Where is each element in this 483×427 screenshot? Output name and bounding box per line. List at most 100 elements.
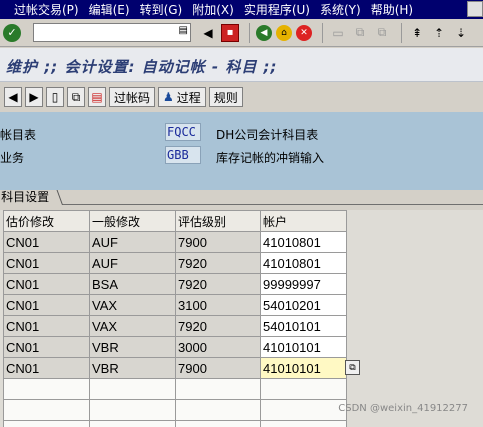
- cell-general-modif: BSA: [89, 273, 176, 295]
- table-row: CN01 VAX 7920 54010101: [3, 315, 347, 337]
- empty-cell[interactable]: [260, 378, 347, 400]
- cell-general-modif: VBR: [89, 357, 176, 379]
- cell-general-modif: VAX: [89, 315, 176, 337]
- print-icon[interactable]: ▭: [329, 24, 347, 42]
- cell-valuation-class: 3100: [175, 294, 261, 316]
- transaction-value: GBB: [165, 146, 201, 164]
- first-page-icon[interactable]: ⇞: [408, 24, 426, 42]
- chart-of-accounts-label: 帐目表: [0, 128, 37, 142]
- menu-edit[interactable]: 编辑(E): [84, 1, 135, 18]
- application-toolbar: ◀ ▶ ▯ ⧉ ▤ 过帐码 ♟ 过程 规则: [0, 83, 483, 111]
- find-next-icon[interactable]: ⧉: [373, 24, 391, 42]
- cancel-icon[interactable]: ✕: [296, 24, 312, 41]
- exit-icon[interactable]: ⌂: [276, 24, 292, 41]
- procedure-label: 过程: [176, 90, 201, 105]
- cell-account-focused[interactable]: 41010101: [260, 357, 347, 379]
- new-entry-icon[interactable]: ▯: [46, 87, 64, 107]
- prev-entry-button[interactable]: ◀: [4, 87, 22, 107]
- table-header-row: 估价修改 一般修改 评估级别 帐户: [3, 210, 347, 232]
- back-icon[interactable]: ◀: [256, 24, 272, 41]
- table-area: 估价修改 一般修改 评估级别 帐户 CN01 AUF 7900 41010801…: [0, 210, 483, 427]
- cell-valuation-modif: CN01: [3, 273, 90, 295]
- cell-valuation-modif: CN01: [3, 231, 90, 253]
- cell-general-modif: AUF: [89, 252, 176, 274]
- cell-general-modif: VAX: [89, 294, 176, 316]
- copy-icon[interactable]: ⧉: [67, 87, 85, 107]
- header-area: 帐目表 FQCC DH公司会计科目表 业务 GBB 库存记帐的冲销输入: [0, 112, 483, 190]
- table-row: CN01 VBR 3000 41010101: [3, 336, 347, 358]
- check-icon[interactable]: ✓: [3, 23, 21, 42]
- watermark: CSDN @weixin_41912277: [338, 403, 468, 414]
- separator: [249, 22, 250, 43]
- prev-page-icon[interactable]: ⇡: [430, 24, 448, 42]
- menu-utilities[interactable]: 实用程序(U): [239, 1, 315, 18]
- cell-account[interactable]: 41010801: [260, 231, 347, 253]
- save-icon[interactable]: ▪: [221, 23, 239, 42]
- cell-valuation-class: 7920: [175, 273, 261, 295]
- cell-account[interactable]: 41010101: [260, 336, 347, 358]
- col-header-general-modif[interactable]: 一般修改: [89, 210, 176, 232]
- separator: [322, 22, 323, 43]
- empty-cell[interactable]: [89, 378, 176, 400]
- cell-valuation-modif: CN01: [3, 315, 90, 337]
- chart-of-accounts-desc: DH公司会计科目表: [216, 128, 319, 142]
- table-row-empty: [3, 399, 347, 421]
- table-row: CN01 VBR 7900 41010101: [3, 357, 347, 379]
- table-row-empty: [3, 378, 347, 400]
- list-icon[interactable]: ▤: [179, 25, 188, 36]
- table-row: CN01 AUF 7900 41010801: [3, 231, 347, 253]
- table-row: CN01 VAX 3100 54010201: [3, 294, 347, 316]
- cell-valuation-modif: CN01: [3, 336, 90, 358]
- cell-valuation-class: 3000: [175, 336, 261, 358]
- menu-help[interactable]: 帮助(H): [366, 1, 418, 18]
- empty-cell[interactable]: [3, 378, 90, 400]
- empty-cell[interactable]: [89, 399, 176, 421]
- rules-button[interactable]: 规则: [208, 87, 243, 107]
- tab-account-settings[interactable]: 科目设置: [0, 190, 64, 205]
- table-row-empty: [3, 420, 347, 427]
- command-input[interactable]: [34, 24, 174, 41]
- empty-cell[interactable]: [260, 420, 347, 427]
- page-title: 维护 ;; 会计设置: 自动记帐 - 科目 ;;: [6, 58, 278, 76]
- window-controls: [467, 1, 483, 17]
- cell-valuation-class: 7920: [175, 252, 261, 274]
- cell-account[interactable]: 54010101: [260, 315, 347, 337]
- cell-valuation-modif: CN01: [3, 357, 90, 379]
- empty-cell[interactable]: [3, 420, 90, 427]
- col-header-account[interactable]: 帐户: [260, 210, 347, 232]
- cell-general-modif: AUF: [89, 231, 176, 253]
- empty-cell[interactable]: [175, 378, 261, 400]
- cell-account[interactable]: 54010201: [260, 294, 347, 316]
- cell-account[interactable]: 41010801: [260, 252, 347, 274]
- post-key-button[interactable]: 过帐码: [109, 87, 156, 107]
- account-table: 估价修改 一般修改 评估级别 帐户 CN01 AUF 7900 41010801…: [3, 210, 347, 427]
- chart-of-accounts-value: FQCC: [165, 123, 201, 141]
- back-arrow-icon[interactable]: ◀: [199, 24, 217, 42]
- delete-icon[interactable]: ▤: [88, 87, 106, 107]
- empty-cell[interactable]: [89, 420, 176, 427]
- menu-system[interactable]: 系统(Y): [315, 1, 366, 18]
- next-entry-button[interactable]: ▶: [25, 87, 43, 107]
- next-page-icon[interactable]: ⇣: [452, 24, 470, 42]
- cell-account[interactable]: 99999997: [260, 273, 347, 295]
- person-icon: ♟: [163, 90, 174, 104]
- empty-cell[interactable]: [175, 399, 261, 421]
- cell-valuation-modif: CN01: [3, 294, 90, 316]
- menu-post[interactable]: 过帐交易(P): [0, 1, 84, 18]
- separator: [401, 22, 402, 43]
- menu-goto[interactable]: 转到(G): [135, 1, 188, 18]
- menu-extras[interactable]: 附加(X): [187, 1, 239, 18]
- table-row: CN01 BSA 7920 99999997: [3, 273, 347, 295]
- col-header-valuation-modif[interactable]: 估价修改: [3, 210, 90, 232]
- col-header-valuation-class[interactable]: 评估级别: [175, 210, 261, 232]
- empty-cell[interactable]: [175, 420, 261, 427]
- command-field[interactable]: ▤: [33, 23, 191, 42]
- window-icon[interactable]: [467, 1, 483, 17]
- transaction-label: 业务: [0, 151, 25, 165]
- transaction-desc: 库存记帐的冲销输入: [216, 151, 325, 165]
- find-icon[interactable]: ⧉: [351, 24, 369, 42]
- empty-cell[interactable]: [3, 399, 90, 421]
- empty-cell[interactable]: [260, 399, 347, 421]
- value-help-icon[interactable]: ⧉: [345, 360, 360, 375]
- procedure-button[interactable]: ♟ 过程: [158, 87, 206, 107]
